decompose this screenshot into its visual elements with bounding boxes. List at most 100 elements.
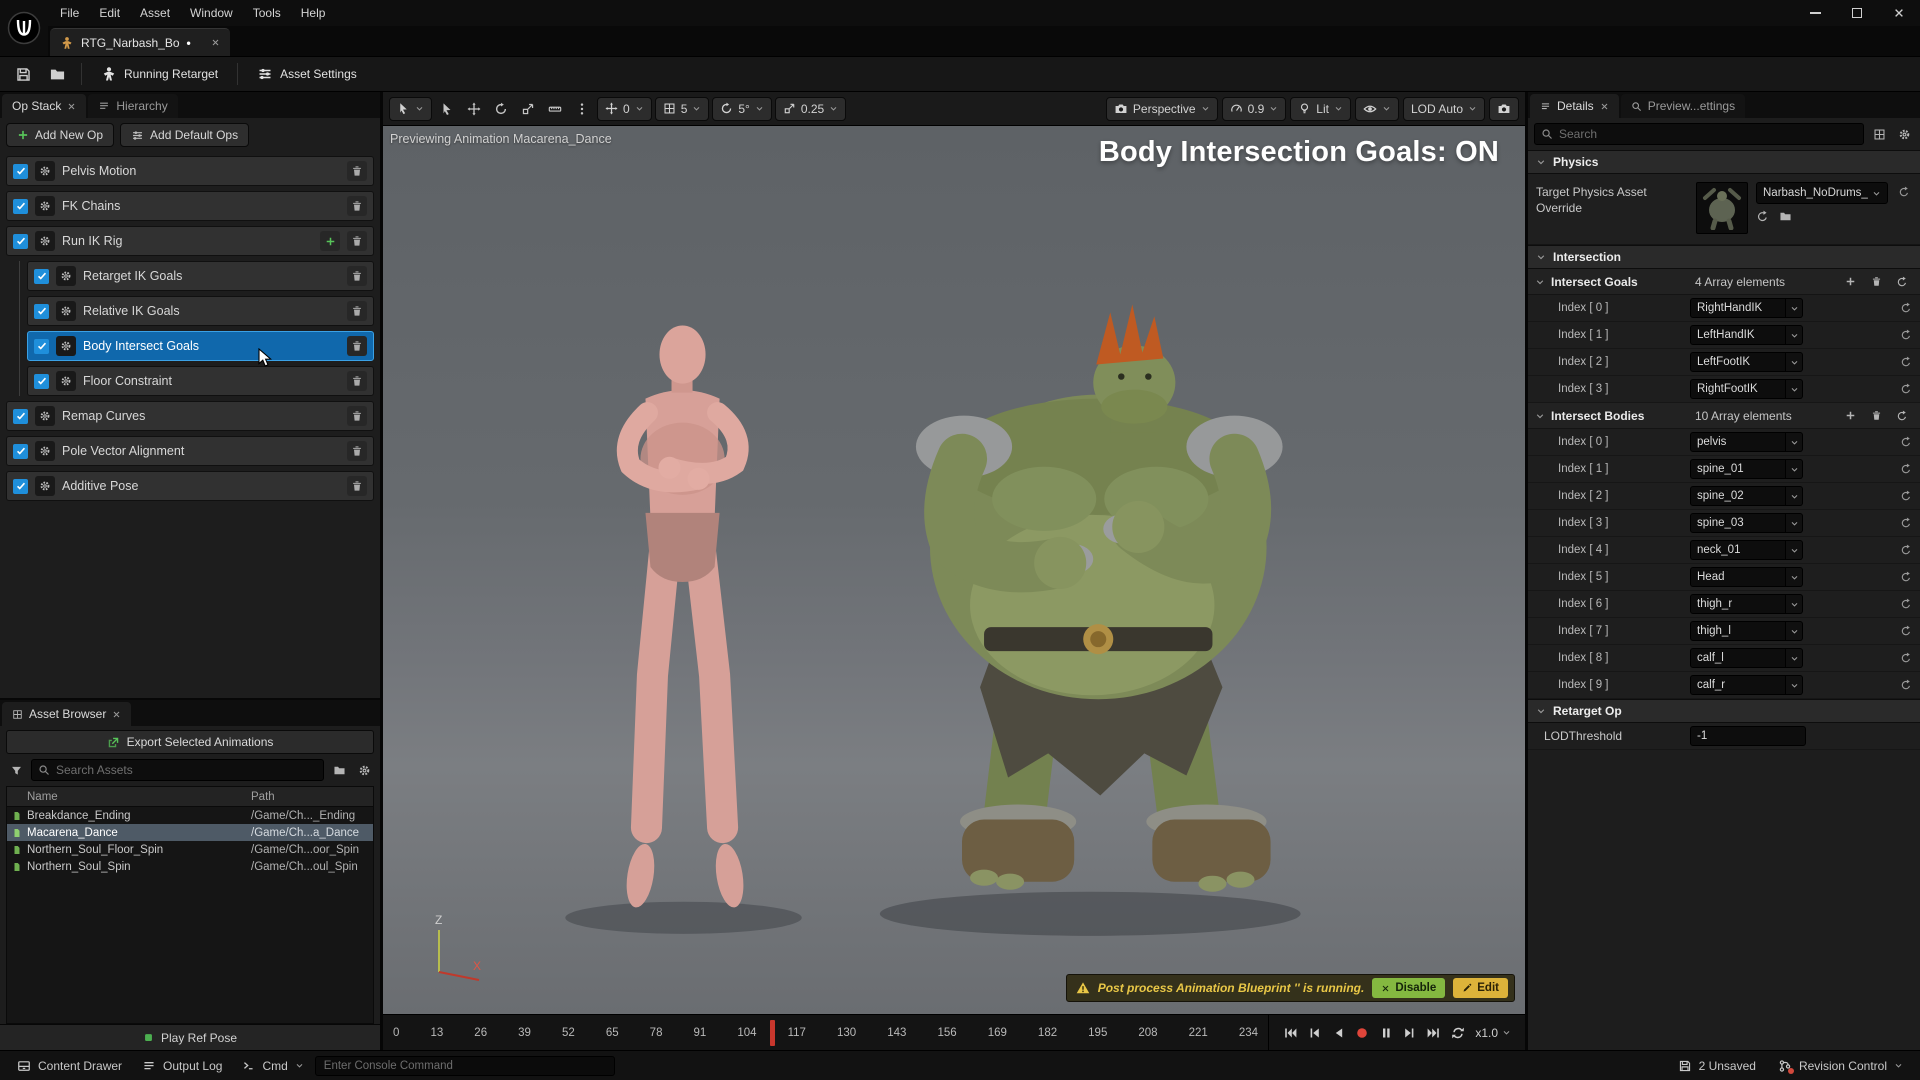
value-dropdown-button[interactable] (1786, 379, 1803, 399)
op-enabled-checkbox[interactable] (34, 269, 49, 284)
tab-preview-settings[interactable]: Preview...ettings (1621, 94, 1745, 118)
reset-property-button[interactable] (1900, 302, 1912, 314)
delete-op-button[interactable] (347, 231, 367, 251)
play-reverse-button[interactable] (1327, 1022, 1349, 1044)
reset-property-button[interactable] (1900, 463, 1912, 475)
op-row-pelvis-motion[interactable]: Pelvis Motion (6, 156, 374, 186)
clear-array-button[interactable] (1866, 406, 1886, 426)
grid-snap-button[interactable]: 5 (655, 97, 710, 121)
body-value-field[interactable]: spine_03 (1690, 513, 1786, 533)
tab-hierarchy[interactable]: Hierarchy (88, 94, 177, 118)
reset-property-button[interactable] (1900, 490, 1912, 502)
body-value-field[interactable]: spine_02 (1690, 486, 1786, 506)
jump-to-end-button[interactable] (1423, 1022, 1445, 1044)
delete-op-button[interactable] (347, 406, 367, 426)
minimize-button[interactable] (1794, 0, 1836, 26)
delete-op-button[interactable] (347, 161, 367, 181)
op-enabled-checkbox[interactable] (13, 409, 28, 424)
folder-button[interactable] (329, 760, 349, 780)
op-enabled-checkbox[interactable] (13, 234, 28, 249)
body-value-field[interactable]: pelvis (1690, 432, 1786, 452)
asset-row-breakdance-ending[interactable]: Breakdance_Ending /Game/Ch..._Ending (7, 807, 373, 824)
op-row-run-ik-rig[interactable]: Run IK Rig (6, 226, 374, 256)
menu-asset[interactable]: Asset (130, 2, 180, 24)
delete-op-button[interactable] (347, 196, 367, 216)
view-mode-dropdown[interactable]: Lit (1290, 97, 1351, 121)
goal-value-field[interactable]: LeftFootIK (1690, 352, 1786, 372)
more-tools-button[interactable] (570, 97, 594, 121)
timeline-playhead[interactable] (770, 1020, 775, 1046)
op-enabled-checkbox[interactable] (34, 374, 49, 389)
cmd-dropdown[interactable]: Cmd (233, 1051, 312, 1080)
tab-details[interactable]: Details (1530, 94, 1619, 118)
op-enabled-checkbox[interactable] (34, 304, 49, 319)
asset-row-northern-soul-floor-spin[interactable]: Northern_Soul_Floor_Spin /Game/Ch...oor_… (7, 841, 373, 858)
menu-window[interactable]: Window (180, 2, 243, 24)
step-forward-button[interactable] (1399, 1022, 1421, 1044)
unreal-logo[interactable] (0, 0, 48, 56)
body-value-field[interactable]: calf_r (1690, 675, 1786, 695)
browse-to-asset-button[interactable] (1779, 209, 1792, 223)
menu-tools[interactable]: Tools (243, 2, 291, 24)
op-row-relative-ik-goals[interactable]: Relative IK Goals (27, 296, 374, 326)
section-physics[interactable]: Physics (1528, 150, 1920, 174)
clear-array-button[interactable] (1866, 272, 1886, 292)
menu-help[interactable]: Help (291, 2, 336, 24)
lod-dropdown[interactable]: LOD Auto (1403, 97, 1485, 121)
menu-file[interactable]: File (50, 2, 89, 24)
section-retarget-op[interactable]: Retarget Op (1528, 699, 1920, 723)
details-search-input[interactable] (1559, 127, 1857, 141)
reset-property-button[interactable] (1900, 356, 1912, 368)
screenshot-button[interactable] (1489, 97, 1519, 121)
reset-property-button[interactable] (1900, 329, 1912, 341)
console-command-box[interactable] (315, 1056, 615, 1076)
op-row-retarget-ik-goals[interactable]: Retarget IK Goals (27, 261, 374, 291)
value-dropdown-button[interactable] (1786, 648, 1803, 668)
op-enabled-checkbox[interactable] (13, 164, 28, 179)
reset-property-button[interactable] (1900, 544, 1912, 556)
translate-tool-button[interactable] (462, 97, 486, 121)
value-dropdown-button[interactable] (1786, 621, 1803, 641)
goal-value-field[interactable]: RightFootIK (1690, 379, 1786, 399)
tab-close-icon[interactable] (211, 38, 220, 47)
measure-tool-button[interactable] (543, 97, 567, 121)
rotate-tool-button[interactable] (489, 97, 513, 121)
asset-row-macarena-dance[interactable]: Macarena_Dance /Game/Ch...a_Dance (7, 824, 373, 841)
op-enabled-checkbox[interactable] (34, 339, 49, 354)
running-retarget-button[interactable]: Running Retarget (91, 60, 228, 88)
delete-op-button[interactable] (347, 266, 367, 286)
asset-row-northern-soul-spin[interactable]: Northern_Soul_Spin /Game/Ch...oul_Spin (7, 858, 373, 875)
viewport-3d-view[interactable]: Previewing Animation Macarena_Dance Body… (383, 126, 1525, 1014)
body-value-field[interactable]: spine_01 (1690, 459, 1786, 479)
surface-snap-button[interactable]: 0 (597, 97, 652, 121)
reset-property-button[interactable] (1900, 383, 1912, 395)
op-row-pole-vector-alignment[interactable]: Pole Vector Alignment (6, 436, 374, 466)
console-command-input[interactable] (324, 1060, 606, 1072)
details-view-options-button[interactable] (1869, 124, 1889, 144)
add-new-op-button[interactable]: Add New Op (6, 123, 114, 147)
delete-op-button[interactable] (347, 441, 367, 461)
add-child-op-button[interactable] (320, 231, 340, 251)
op-enabled-checkbox[interactable] (13, 479, 28, 494)
reset-property-button[interactable] (1900, 652, 1912, 664)
viewport-options-button[interactable] (389, 97, 432, 121)
value-dropdown-button[interactable] (1786, 298, 1803, 318)
reset-property-button[interactable] (1900, 679, 1912, 691)
step-back-button[interactable] (1303, 1022, 1325, 1044)
play-ref-pose-button[interactable]: Play Ref Pose (0, 1024, 380, 1050)
op-row-remap-curves[interactable]: Remap Curves (6, 401, 374, 431)
playback-speed-dropdown[interactable]: x1.0 (1471, 1026, 1515, 1040)
op-row-floor-constraint[interactable]: Floor Constraint (27, 366, 374, 396)
record-button[interactable] (1351, 1022, 1373, 1044)
tab-close-icon[interactable] (1600, 102, 1609, 111)
revision-control-button[interactable]: Revision Control (1769, 1059, 1912, 1073)
delete-op-button[interactable] (347, 336, 367, 356)
body-value-field[interactable]: thigh_l (1690, 621, 1786, 641)
intersect-bodies-header[interactable]: Intersect Bodies 10 Array elements (1528, 403, 1920, 429)
camera-speed-button[interactable]: 0.9 (1222, 97, 1287, 121)
add-default-ops-button[interactable]: Add Default Ops (120, 123, 249, 147)
physics-asset-thumbnail[interactable] (1696, 182, 1748, 234)
details-settings-button[interactable] (1894, 124, 1914, 144)
op-enabled-checkbox[interactable] (13, 444, 28, 459)
edit-button[interactable]: Edit (1453, 978, 1508, 998)
